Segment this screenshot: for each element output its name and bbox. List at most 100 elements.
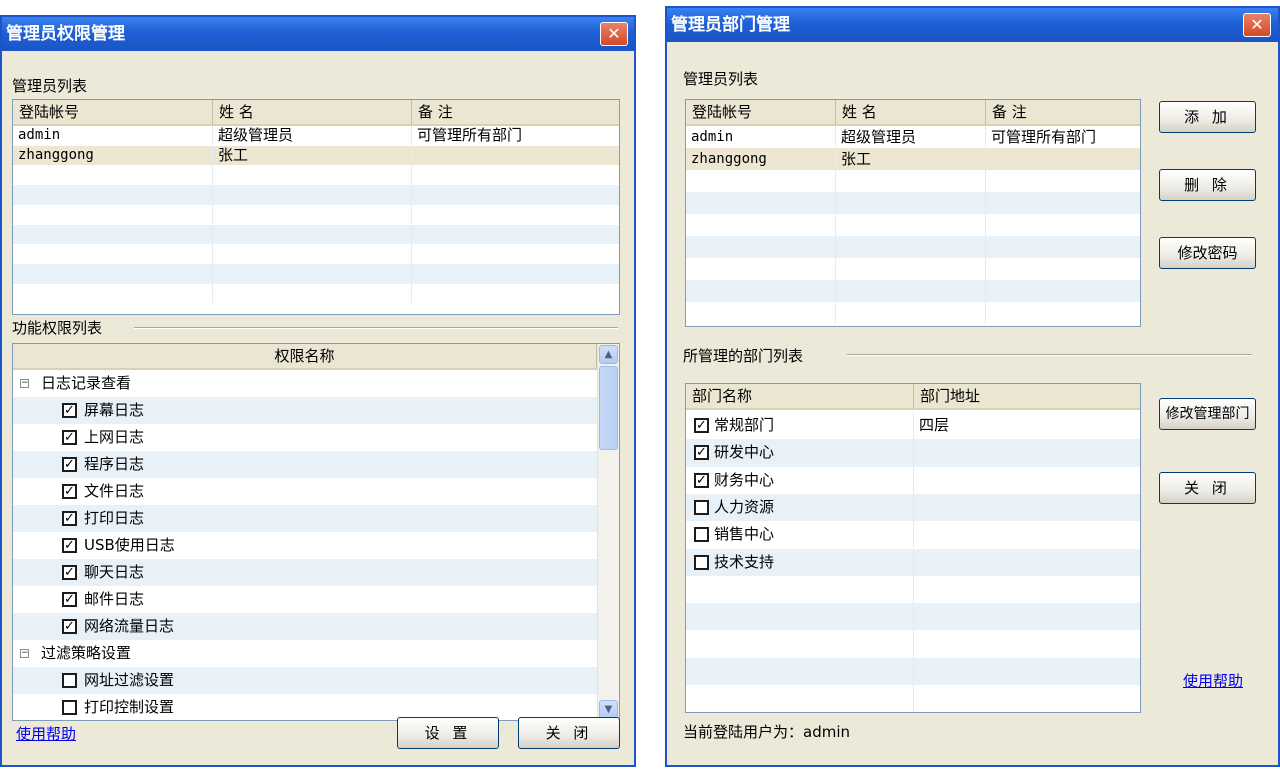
table-cell bbox=[412, 185, 619, 205]
permission-name-header[interactable]: 权限名称 bbox=[13, 344, 597, 368]
tree-item-row[interactable]: ✓ 上网日志 bbox=[13, 424, 597, 451]
table-row bbox=[686, 685, 1140, 712]
table-cell: 常规部门 bbox=[686, 412, 914, 440]
table-row[interactable]: zhanggong 张工 bbox=[686, 148, 1140, 170]
checked-checkbox-icon[interactable]: ✓ bbox=[62, 457, 77, 472]
table-cell bbox=[986, 192, 1140, 214]
checked-checkbox-icon[interactable]: ✓ bbox=[62, 511, 77, 526]
column-header[interactable]: 部门地址 bbox=[914, 384, 1140, 408]
left-close-button[interactable]: 关 闭 bbox=[518, 717, 620, 749]
table-row[interactable]: admin 超级管理员 可管理所有部门 bbox=[686, 126, 1140, 148]
tree-item-row[interactable]: ✓ 聊天日志 bbox=[13, 559, 597, 586]
tree-item-row[interactable]: ✓ 打印日志 bbox=[13, 505, 597, 532]
table-cell: 可管理所有部门 bbox=[986, 126, 1140, 148]
table-cell bbox=[686, 236, 836, 258]
tree-item-row[interactable]: 打印控制设置 bbox=[13, 694, 597, 720]
unchecked-checkbox-icon[interactable] bbox=[62, 673, 77, 688]
table-cell bbox=[836, 170, 986, 192]
left-admin-table: 登陆帐号姓 名备 注 admin 超级管理员 可管理所有部门 zhanggong 张工 bbox=[12, 99, 620, 315]
tree-group-label: 日志记录查看 bbox=[41, 374, 132, 392]
checked-checkbox-icon[interactable]: ✓ bbox=[62, 619, 77, 634]
table-row bbox=[13, 263, 619, 284]
table-row[interactable]: ✓ 常规部门 四层 bbox=[686, 412, 1140, 440]
column-header[interactable]: 部门名称 bbox=[686, 384, 914, 408]
table-row bbox=[13, 165, 619, 186]
column-header[interactable]: 姓 名 bbox=[213, 100, 412, 124]
scroll-up-icon[interactable]: ▲ bbox=[599, 345, 618, 364]
tree-group-row[interactable]: − 日志记录查看 bbox=[13, 370, 597, 397]
right-close-button[interactable]: 关 闭 bbox=[1159, 472, 1256, 504]
modify-dept-button[interactable]: 修改管理部门 bbox=[1159, 398, 1256, 430]
table-cell bbox=[986, 214, 1140, 236]
table-row bbox=[13, 185, 619, 205]
department-table: 部门名称 部门地址 ✓ 常规部门 四层 ✓ 研发中心 ✓ 财务中心 人力资源 销售中心 技术支持 bbox=[685, 383, 1141, 713]
right-title-bar[interactable]: 管理员部门管理 bbox=[667, 8, 1278, 42]
unchecked-checkbox-icon[interactable] bbox=[62, 700, 77, 715]
table-row bbox=[686, 657, 1140, 685]
table-cell bbox=[914, 549, 1140, 576]
checked-checkbox-icon[interactable]: ✓ bbox=[62, 403, 77, 418]
table-cell bbox=[914, 494, 1140, 521]
right-help-link[interactable]: 使用帮助 bbox=[1183, 670, 1243, 691]
left-close-icon[interactable]: ✕ bbox=[600, 22, 628, 46]
table-row[interactable]: 销售中心 bbox=[686, 521, 1140, 549]
scrollbar-thumb[interactable] bbox=[599, 366, 618, 450]
tree-item-label: 邮件日志 bbox=[84, 590, 145, 608]
table-cell bbox=[686, 192, 836, 214]
tree-item-row[interactable]: ✓ 屏幕日志 bbox=[13, 397, 597, 424]
tree-item-label: 打印日志 bbox=[84, 509, 145, 527]
table-row[interactable]: zhanggong 张工 bbox=[13, 145, 619, 166]
table-row[interactable]: ✓ 财务中心 bbox=[686, 466, 1140, 494]
table-cell: admin bbox=[13, 126, 213, 146]
table-cell: 超级管理员 bbox=[213, 126, 412, 146]
table-cell bbox=[13, 244, 213, 264]
table-row[interactable]: 技术支持 bbox=[686, 548, 1140, 576]
checked-checkbox-icon[interactable]: ✓ bbox=[62, 484, 77, 499]
add-button[interactable]: 添 加 bbox=[1159, 101, 1256, 133]
collapse-icon[interactable]: − bbox=[20, 379, 29, 388]
tree-item-row[interactable]: ✓ 邮件日志 bbox=[13, 586, 597, 613]
tree-item-label: 程序日志 bbox=[84, 455, 145, 473]
column-header[interactable]: 登陆帐号 bbox=[13, 100, 213, 124]
table-cell bbox=[13, 185, 213, 205]
tree-item-row[interactable]: ✓ 文件日志 bbox=[13, 478, 597, 505]
table-cell bbox=[13, 263, 213, 284]
change-password-button[interactable]: 修改密码 bbox=[1159, 237, 1256, 269]
tree-item-label: USB使用日志 bbox=[84, 536, 175, 554]
checked-checkbox-icon[interactable]: ✓ bbox=[62, 430, 77, 445]
tree-item-row[interactable]: ✓ 网络流量日志 bbox=[13, 613, 597, 640]
left-title-bar[interactable]: 管理员权限管理 bbox=[2, 17, 634, 51]
column-header[interactable]: 登陆帐号 bbox=[686, 100, 836, 124]
checked-checkbox-icon[interactable]: ✓ bbox=[62, 538, 77, 553]
table-row bbox=[686, 603, 1140, 631]
table-cell bbox=[412, 244, 619, 264]
right-close-icon[interactable]: ✕ bbox=[1243, 13, 1271, 37]
delete-button[interactable]: 删 除 bbox=[1159, 169, 1256, 201]
collapse-icon[interactable]: − bbox=[20, 649, 29, 658]
left-admin-list-label: 管理员列表 bbox=[12, 77, 88, 95]
column-header[interactable]: 备 注 bbox=[412, 100, 619, 124]
table-row bbox=[686, 630, 1140, 658]
table-row[interactable]: 人力资源 bbox=[686, 493, 1140, 522]
permission-tree-scrollbar[interactable]: ▲ ▼ bbox=[597, 344, 619, 720]
table-row[interactable]: admin 超级管理员 可管理所有部门 bbox=[13, 126, 619, 146]
table-cell bbox=[686, 170, 836, 192]
tree-item-row[interactable]: ✓ 程序日志 bbox=[13, 451, 597, 478]
column-header[interactable]: 备 注 bbox=[986, 100, 1140, 124]
table-row bbox=[13, 283, 619, 304]
table-cell: 技术支持 bbox=[686, 548, 914, 576]
tree-item-label: 聊天日志 bbox=[84, 563, 145, 581]
tree-item-row[interactable]: ✓ USB使用日志 bbox=[13, 532, 597, 559]
checked-checkbox-icon[interactable]: ✓ bbox=[62, 592, 77, 607]
settings-button[interactable]: 设 置 bbox=[397, 717, 499, 749]
left-help-link[interactable]: 使用帮助 bbox=[16, 723, 76, 744]
permission-tree: 权限名称 − 日志记录查看 ✓ 屏幕日志 ✓ 上网日志 ✓ 程序日志 ✓ 文件日志 ✓ 打印日志 ✓ US… bbox=[12, 343, 620, 721]
table-cell bbox=[412, 225, 619, 245]
tree-item-row[interactable]: 网址过滤设置 bbox=[13, 667, 597, 694]
department-table-header: 部门名称 部门地址 bbox=[686, 384, 1140, 410]
table-row[interactable]: ✓ 研发中心 bbox=[686, 439, 1140, 467]
tree-group-row[interactable]: − 过滤策略设置 bbox=[13, 640, 597, 667]
checked-checkbox-icon[interactable]: ✓ bbox=[62, 565, 77, 580]
department-management-window: 管理员部门管理 ✕ 管理员列表 登陆帐号姓 名备 注 admin 超级管理员 可管理… bbox=[665, 6, 1280, 767]
column-header[interactable]: 姓 名 bbox=[836, 100, 986, 124]
